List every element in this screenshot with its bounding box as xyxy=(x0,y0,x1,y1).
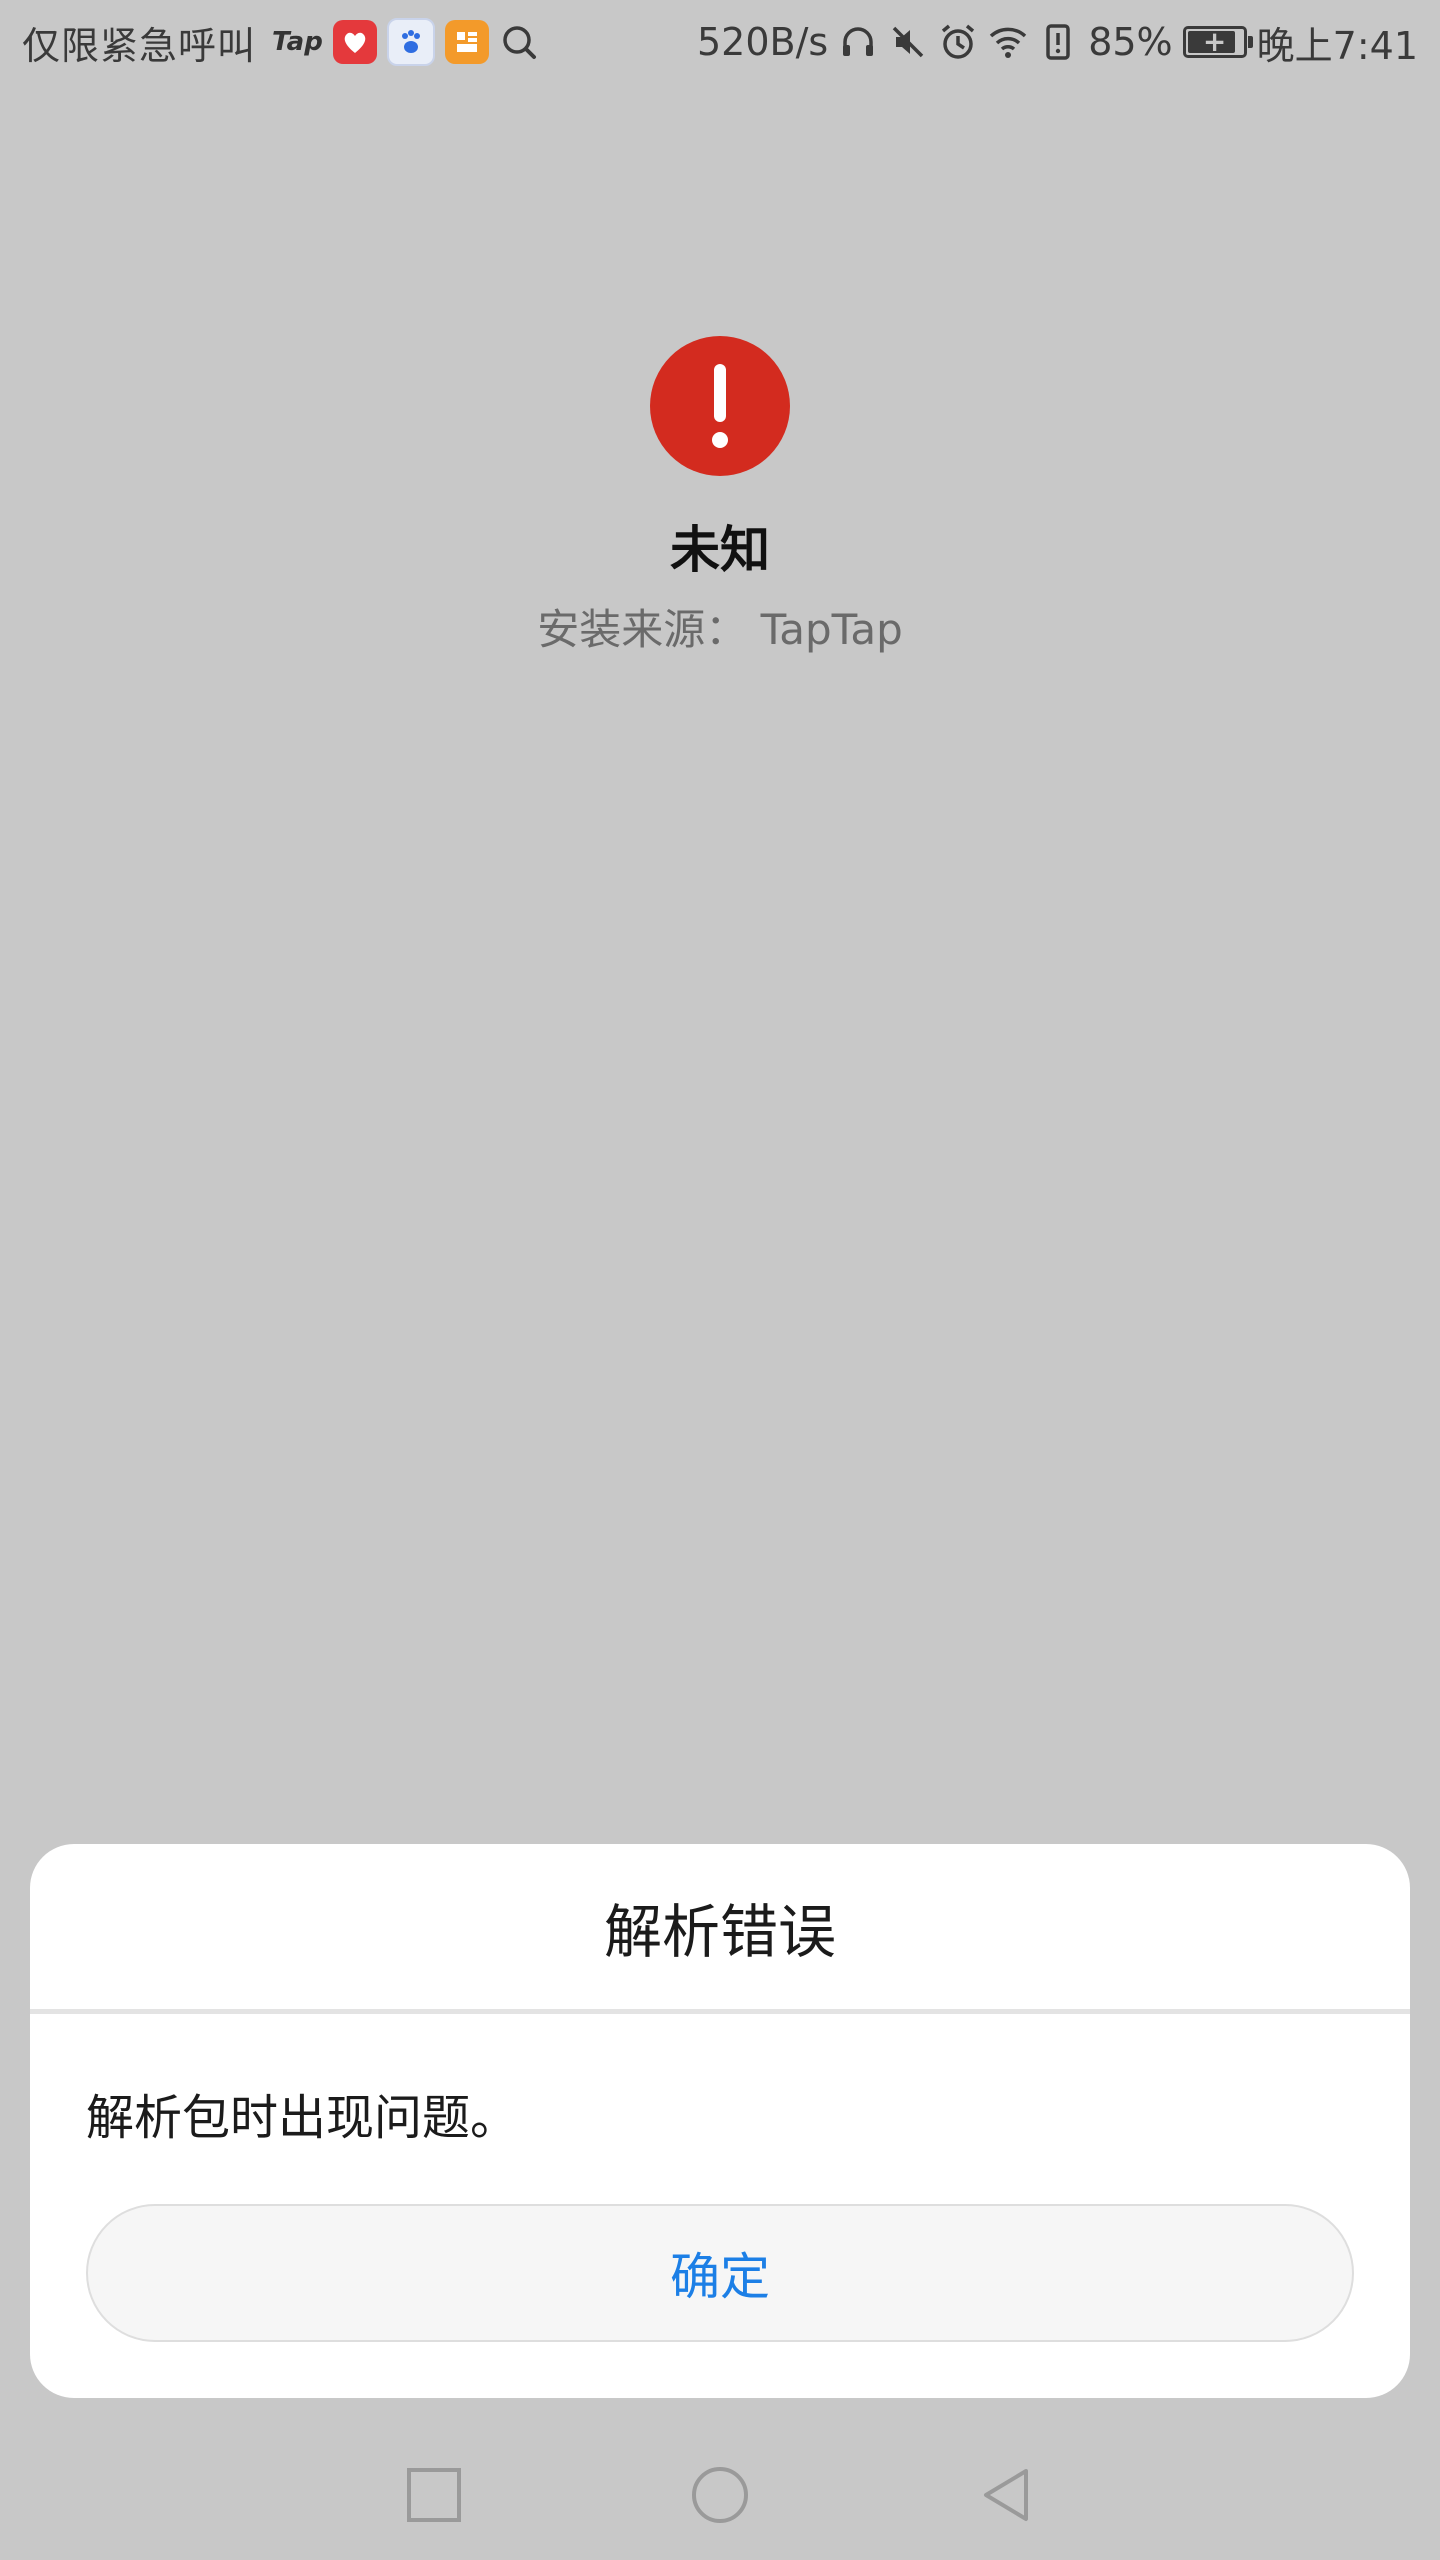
back-icon[interactable] xyxy=(976,2465,1036,2525)
battery-alert-icon xyxy=(1038,22,1078,62)
headphones-icon xyxy=(838,22,878,62)
baidu-app-icon xyxy=(386,18,435,66)
parse-error-dialog: 解析错误 解析包时出现问题。 确定 xyxy=(30,1844,1410,2398)
dialog-title: 解析错误 xyxy=(30,1844,1410,2014)
battery-icon: + xyxy=(1182,25,1253,58)
wifi-icon xyxy=(988,22,1028,62)
search-zoom-icon xyxy=(499,22,539,62)
status-left: 仅限紧急呼叫 Tap xyxy=(22,15,539,70)
confirm-button[interactable]: 确定 xyxy=(86,2204,1354,2342)
app-info: 未知 安装来源： TapTap xyxy=(0,336,1440,657)
status-bar: 仅限紧急呼叫 Tap 520B/s 85% + 晚上7:41 xyxy=(0,0,1440,84)
taptap-icon: Tap xyxy=(272,27,323,57)
home-icon[interactable] xyxy=(690,2465,750,2525)
charging-plus-icon: + xyxy=(1202,25,1227,58)
navigation-bar xyxy=(0,2440,1440,2550)
error-exclamation-icon xyxy=(650,336,790,476)
install-source: 安装来源： TapTap xyxy=(537,605,903,654)
mute-icon xyxy=(888,22,928,62)
app-name: 未知 xyxy=(670,521,770,579)
orange-app-icon xyxy=(444,20,489,64)
dialog-message: 解析包时出现问题。 xyxy=(86,2090,519,2146)
status-right: 520B/s 85% + 晚上7:41 xyxy=(697,15,1418,70)
pinduoduo-app-icon xyxy=(332,20,377,64)
battery-percent: 85% xyxy=(1088,20,1173,64)
clock-time: 晚上7:41 xyxy=(1256,23,1418,68)
alarm-icon xyxy=(938,22,978,62)
network-speed: 520B/s xyxy=(696,20,829,64)
carrier-text: 仅限紧急呼叫 xyxy=(22,23,257,68)
recent-apps-icon[interactable] xyxy=(404,2465,464,2525)
